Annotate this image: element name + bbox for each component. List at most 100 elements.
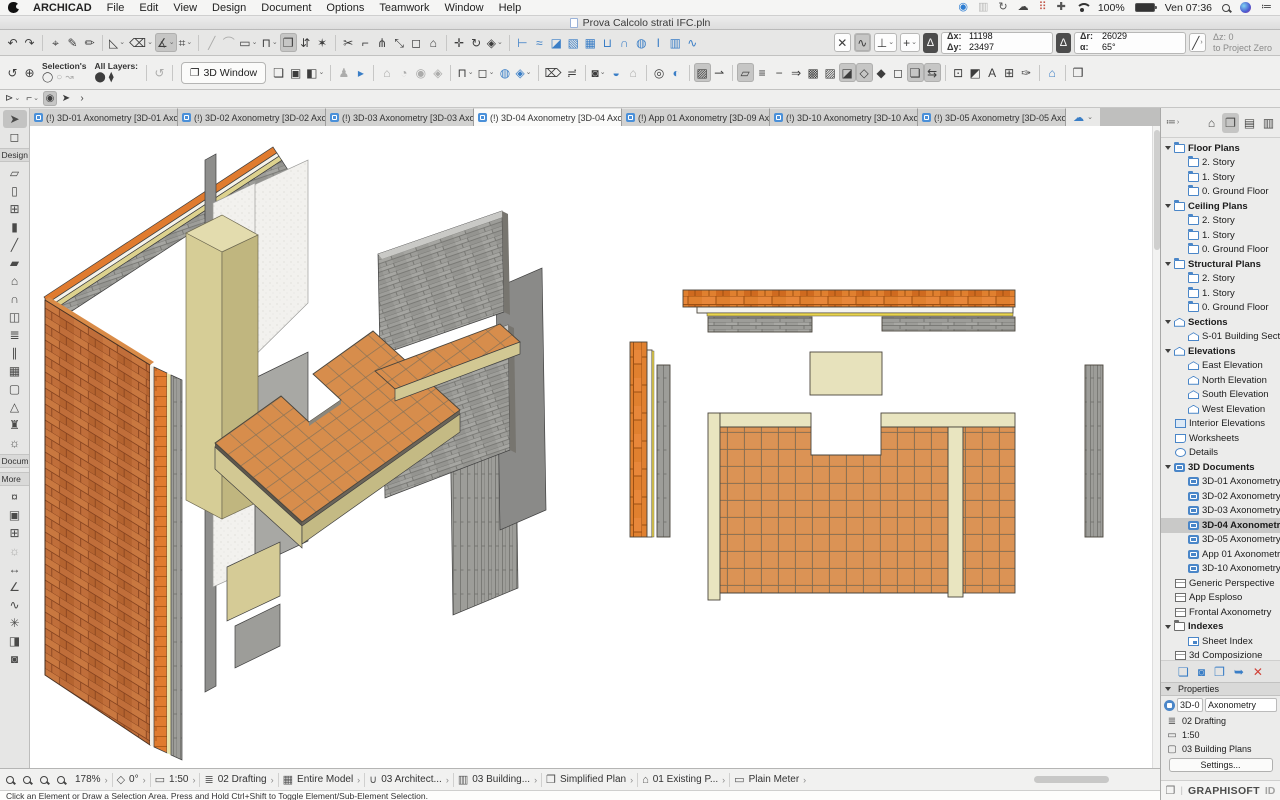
layer-combination-control[interactable]: ≣02 Drafting› — [204, 773, 273, 786]
structure-display-control[interactable]: ▦Entire Model› — [283, 773, 361, 786]
move-to-folder-button[interactable]: ➥ — [1234, 665, 1244, 679]
tree-item[interactable]: App 01 Axonometry — [1161, 547, 1280, 562]
pen-set-value[interactable]: 03 Building Plans — [1182, 744, 1252, 754]
lock-view-icon[interactable]: ⊓⌄ — [455, 63, 475, 82]
tree-item[interactable]: Worksheets — [1161, 431, 1280, 446]
palette-icon[interactable]: ❐ — [1166, 784, 1176, 797]
inject-parameters-icon[interactable]: ✎ — [64, 33, 81, 52]
grid-tool[interactable]: ⊞ — [3, 524, 27, 542]
keychain-menu-icon[interactable]: ◉ — [958, 2, 968, 13]
toolbox-section-more[interactable]: More — [0, 472, 30, 486]
tree-item[interactable]: 1. Story — [1161, 286, 1280, 301]
notification-center-icon[interactable]: ≔ — [1261, 2, 1272, 13]
tab-3[interactable]: (!) 3D-03 Axonometry [3D-03 Axon... — [326, 108, 474, 126]
hatch-corner-icon[interactable]: ◪ — [839, 63, 856, 82]
fill-3d-icon[interactable]: ◍ — [496, 63, 513, 82]
disclosure-triangle-icon[interactable] — [1165, 625, 1171, 629]
tab-1[interactable]: (!) 3D-01 Axonometry [3D-01 Axono... — [30, 108, 178, 126]
scale-control[interactable]: ▭1:50› — [155, 773, 196, 786]
delete-button[interactable]: ✕ — [1253, 665, 1263, 679]
layers-overlap-icon[interactable]: ❏ — [907, 63, 924, 82]
column-tool[interactable]: ▮ — [3, 218, 27, 236]
inject-all-parameters-icon[interactable]: ✏ — [81, 33, 98, 52]
tracker-ra-field[interactable]: Δr:26029 α:65° — [1074, 32, 1186, 54]
menu-help[interactable]: Help — [499, 2, 522, 14]
disclosure-triangle-icon[interactable] — [1165, 465, 1171, 469]
tree-item[interactable]: Sheet Index — [1161, 634, 1280, 649]
layer-combination-value[interactable]: 02 Drafting — [1182, 716, 1226, 726]
section-fill-icon[interactable]: ▨ — [694, 63, 711, 82]
tab-4[interactable]: (!) 3D-04 Axonometry [3D-04 Axon... — [474, 108, 622, 126]
wall-tool[interactable]: ▱ — [3, 164, 27, 182]
tree-item[interactable]: North Elevation — [1161, 373, 1280, 388]
beam-tool[interactable]: ╱ — [3, 236, 27, 254]
more-options-icon[interactable]: › — [75, 91, 89, 106]
menu-window[interactable]: Window — [444, 2, 483, 14]
door-tool[interactable]: ▯ — [3, 182, 27, 200]
offset-edge-icon[interactable]: ▦ — [582, 33, 599, 52]
scale-value[interactable]: 1:50 — [1182, 730, 1200, 740]
home-story-icon[interactable]: ⌂ — [1044, 63, 1061, 82]
drag-icon[interactable]: ✛ — [451, 33, 468, 52]
walk-mode-icon[interactable]: ♟ — [335, 63, 352, 82]
shell-tool[interactable]: ∩ — [3, 290, 27, 308]
siri-icon[interactable] — [1240, 2, 1251, 13]
tree-item[interactable]: 1. Story — [1161, 228, 1280, 243]
selection-lasso-icon[interactable]: ↝ — [65, 72, 73, 83]
roof-tool[interactable]: ⌂ — [3, 272, 27, 290]
settings-button[interactable]: Settings... — [1169, 758, 1273, 772]
spline-tool[interactable]: ∿ — [3, 596, 27, 614]
diamond-display-icon[interactable]: ◆ — [873, 63, 890, 82]
properties-header[interactable]: Properties — [1161, 682, 1280, 696]
disclosure-triangle-icon[interactable] — [1165, 349, 1171, 353]
tab-6[interactable]: (!) 3D-10 Axonometry [3D-10 Axono... — [770, 108, 918, 126]
tree-item[interactable]: West Elevation — [1161, 402, 1280, 417]
tree-item[interactable]: 3D-04 Axonometry — [1161, 518, 1280, 533]
guide-lines-icon[interactable]: ◺⌄ — [107, 33, 127, 52]
tree-item[interactable]: 3D-03 Axonometry — [1161, 504, 1280, 519]
favorites-icon[interactable]: ⊳⌄ — [3, 91, 22, 106]
view-name-field[interactable]: Axonometry — [1205, 698, 1277, 712]
camera-tool[interactable]: ◙ — [3, 650, 27, 668]
new-folder-button[interactable]: ❏ — [1178, 665, 1189, 679]
hatch-lines-icon[interactable]: ▨ — [822, 63, 839, 82]
tree-item[interactable]: 3d Composizione — [1161, 649, 1280, 661]
layout-book-icon[interactable]: ▤ — [1241, 113, 1258, 133]
adjust-icon[interactable]: ⌐ — [357, 33, 374, 52]
zoom-out-button[interactable] — [6, 776, 14, 784]
project-map-icon[interactable]: ⌂ — [1203, 113, 1220, 133]
project-chooser-icon[interactable]: ≔› — [1164, 113, 1181, 133]
camera-icon[interactable]: ◙⌄ — [590, 63, 608, 82]
arrow-display-icon[interactable]: ⇒ — [788, 63, 805, 82]
tree-item[interactable]: Structural Plans — [1161, 257, 1280, 272]
camera-home-icon[interactable]: ⌂ — [625, 63, 642, 82]
trapezoid-display-icon[interactable]: ▱ — [737, 63, 754, 82]
tab-7[interactable]: (!) 3D-05 Axonometry [3D-05 Axono... — [918, 108, 1066, 126]
look-to-icon[interactable]: ⌂ — [378, 63, 395, 82]
spacing-display-icon[interactable]: ⇆ — [924, 63, 941, 82]
tree-item[interactable]: Sections — [1161, 315, 1280, 330]
mesh-tool[interactable]: ▦ — [3, 362, 27, 380]
pick-up-parameters-icon[interactable]: ⌖ — [47, 33, 64, 52]
magic-wand-icon[interactable]: ∿ — [684, 33, 701, 52]
layers-oval-icon[interactable]: ⬤ — [95, 72, 106, 83]
tracker-xy-field[interactable]: Δx:11198 Δy:23497 — [941, 32, 1053, 54]
tree-item[interactable]: Ceiling Plans — [1161, 199, 1280, 214]
geometry-method-icon[interactable]: ⌐⌄ — [24, 91, 41, 106]
dimension-style-control[interactable]: ▭Plain Meter› — [734, 773, 806, 786]
delta-ra-toggle[interactable]: Δ — [1056, 33, 1071, 53]
elevation-home-icon[interactable]: ⌂ — [425, 33, 442, 52]
z-reference-icon[interactable]: ╱› — [1189, 33, 1206, 52]
camera-cloud-icon[interactable]: ◒ — [608, 63, 625, 82]
menu-archicad[interactable]: ARCHICAD — [33, 2, 92, 14]
spell-check-icon[interactable]: A — [984, 63, 1001, 82]
menu-teamwork[interactable]: Teamwork — [379, 2, 429, 14]
tree-item[interactable]: Frontal Axonometry — [1161, 605, 1280, 620]
add-coordinate-icon[interactable]: +⌄ — [900, 33, 920, 52]
menu-document[interactable]: Document — [261, 2, 311, 14]
spotlight-icon[interactable] — [1222, 4, 1230, 12]
renovation-filter-control[interactable]: ⌂01 Existing P...› — [642, 774, 725, 786]
tree-item[interactable]: 3D-10 Axonometry — [1161, 562, 1280, 577]
snap-grid-icon[interactable]: ⌗⌄ — [177, 33, 195, 52]
main-canvas[interactable] — [30, 126, 1160, 768]
